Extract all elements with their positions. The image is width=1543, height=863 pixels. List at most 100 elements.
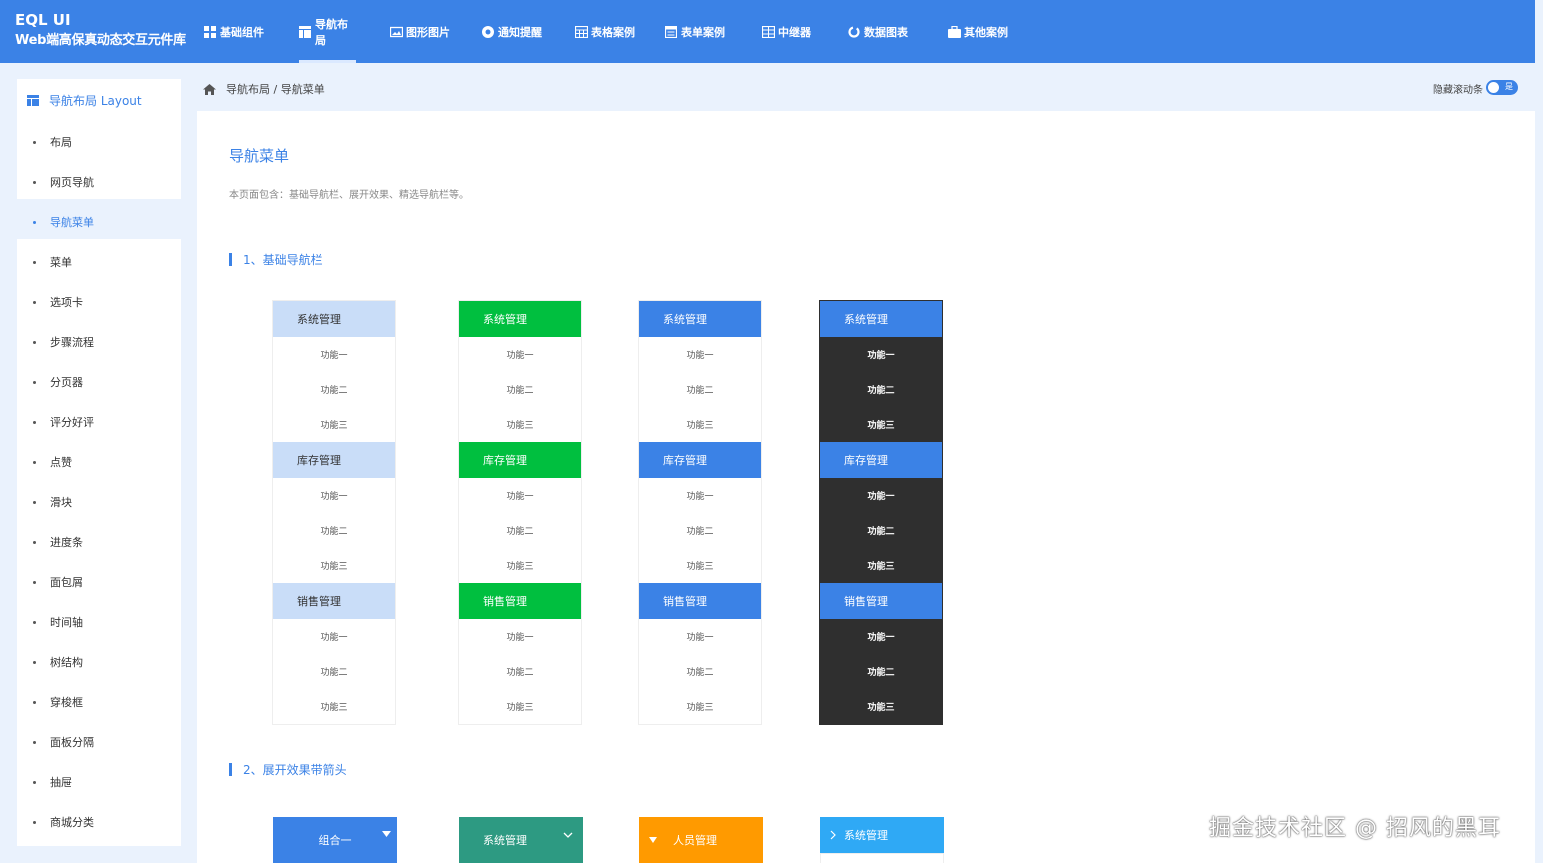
menu-item[interactable]: 功能一 xyxy=(273,478,395,513)
menu-item[interactable]: 功能三 xyxy=(820,548,942,583)
menu-item[interactable]: 功能三 xyxy=(273,407,395,442)
menu-item[interactable]: 功能一 xyxy=(273,337,395,372)
briefcase-icon xyxy=(948,25,961,38)
menu-item[interactable]: 功能二 xyxy=(273,372,395,407)
menu-item[interactable]: 功能二 xyxy=(459,654,581,689)
menu-item[interactable]: 功能二 xyxy=(820,372,942,407)
sidebar-header[interactable]: 导航布局 Layout xyxy=(27,92,142,109)
menu-item[interactable]: 功能二 xyxy=(459,372,581,407)
nav-menu-blue: 系统管理 功能一 功能二 功能三 库存管理 功能一 功能二 功能三 销售管理 功… xyxy=(638,300,762,725)
sidebar-item-slider[interactable]: 滑块 xyxy=(33,494,72,510)
menu-item[interactable]: 功能一 xyxy=(639,478,761,513)
sidebar-item-label: 点赞 xyxy=(50,456,72,469)
sidebar-item-timeline[interactable]: 时间轴 xyxy=(33,614,83,630)
menu-item[interactable]: 功能二 xyxy=(639,372,761,407)
bullet-icon xyxy=(33,220,36,224)
sidebar-item-tabs[interactable]: 选项卡 xyxy=(33,294,83,310)
sidebar-item-label: 时间轴 xyxy=(50,616,83,629)
sidebar-item-breadcrumb[interactable]: 面包屑 xyxy=(33,574,83,590)
menu-item[interactable]: 功能二 xyxy=(639,513,761,548)
nav-item-layout[interactable]: 导航布局 xyxy=(299,0,356,63)
expand-header-combo[interactable]: 组合一 xyxy=(273,817,397,863)
nav-item-other[interactable]: 其他案例 xyxy=(948,0,1008,63)
menu-item[interactable]: 功能三 xyxy=(639,407,761,442)
menu-item[interactable]: 功能三 xyxy=(459,407,581,442)
nav-item-notify[interactable]: 通知提醒 xyxy=(482,0,542,63)
menu-item[interactable]: 功能一 xyxy=(820,478,942,513)
nav-item-image[interactable]: 图形图片 xyxy=(389,0,450,63)
menu-item[interactable]: 功能二 xyxy=(273,654,395,689)
nav-item-form[interactable]: 表单案例 xyxy=(664,0,725,63)
sidebar-item-tree[interactable]: 树结构 xyxy=(33,654,83,670)
sidebar-item-label: 树结构 xyxy=(50,656,83,669)
menu-group-header[interactable]: 库存管理 xyxy=(820,442,942,478)
brand[interactable]: EQL UI Web端高保真动态交互元件库 xyxy=(15,11,186,50)
menu-group-header[interactable]: 系统管理 xyxy=(459,301,581,337)
breadcrumb-parent[interactable]: 导航布局 xyxy=(226,81,270,97)
menu-item[interactable]: 功能二 xyxy=(820,513,942,548)
sidebar-item-transfer[interactable]: 穿梭框 xyxy=(33,694,83,710)
menu-item[interactable]: 功能一 xyxy=(820,619,942,654)
menu-item[interactable]: 功能二 xyxy=(820,654,942,689)
menu-item[interactable]: 功能三 xyxy=(459,548,581,583)
nav-item-repeater[interactable]: 中继器 xyxy=(761,0,811,63)
menu-item[interactable]: 功能一 xyxy=(459,478,581,513)
nav-item-basic[interactable]: 基础组件 xyxy=(204,0,264,63)
sidebar-item-nav-menu[interactable]: 导航菜单 xyxy=(33,214,94,230)
nav-label: 数据图表 xyxy=(864,25,908,39)
sidebar-item-steps[interactable]: 步骤流程 xyxy=(33,334,94,350)
menu-group-header[interactable]: 系统管理 xyxy=(820,301,942,337)
menu-group-header[interactable]: 库存管理 xyxy=(639,442,761,478)
menu-group-header[interactable]: 库存管理 xyxy=(273,442,395,478)
sidebar-item-web-nav[interactable]: 网页导航 xyxy=(33,174,94,190)
sidebar-item-drawer[interactable]: 抽屉 xyxy=(33,774,72,790)
home-icon[interactable] xyxy=(203,83,216,95)
menu-group-header[interactable]: 系统管理 xyxy=(273,301,395,337)
menu-item[interactable]: 功能三 xyxy=(639,548,761,583)
menu-group-header[interactable]: 销售管理 xyxy=(273,583,395,619)
menu-item[interactable]: 功能三 xyxy=(639,689,761,724)
menu-item[interactable]: 功能一 xyxy=(459,619,581,654)
menu-group-header[interactable]: 销售管理 xyxy=(639,583,761,619)
menu-item[interactable]: 功能一 xyxy=(459,337,581,372)
bullet-icon xyxy=(33,300,36,304)
sidebar-item-progress[interactable]: 进度条 xyxy=(33,534,83,550)
nav-item-chart[interactable]: 数据图表 xyxy=(848,0,908,63)
menu-item[interactable]: 功能一 xyxy=(639,337,761,372)
toggle-state: 是 xyxy=(1505,82,1513,91)
menu-group-header[interactable]: 销售管理 xyxy=(820,583,942,619)
sidebar-item-rating[interactable]: 评分好评 xyxy=(33,414,94,430)
menu-item[interactable]: 功能二 xyxy=(459,513,581,548)
menu-item[interactable]: 功能二 xyxy=(639,654,761,689)
menu-group-header[interactable]: 销售管理 xyxy=(459,583,581,619)
menu-item[interactable]: 功能三 xyxy=(820,689,942,724)
breadcrumb: 导航布局 / 导航菜单 xyxy=(203,81,325,97)
scrollbar-toggle[interactable]: 是 xyxy=(1486,80,1518,95)
sidebar-item-like[interactable]: 点赞 xyxy=(33,454,72,470)
menu-group-header[interactable]: 库存管理 xyxy=(459,442,581,478)
menu-item[interactable]: 功能三 xyxy=(459,689,581,724)
menu-item[interactable]: 功能三 xyxy=(273,548,395,583)
bullet-icon xyxy=(33,740,36,744)
expand-header-system[interactable]: 系统管理 xyxy=(459,817,583,863)
page-description: 本页面包含：基础导航栏、展开效果、精选导航栏等。 xyxy=(229,190,469,201)
menu-item[interactable]: 功能二 xyxy=(273,513,395,548)
brand-subtitle: Web端高保真动态交互元件库 xyxy=(15,33,186,48)
nav-item-table[interactable]: 表格案例 xyxy=(574,0,635,63)
sidebar-item-mall-category[interactable]: 商城分类 xyxy=(33,814,94,830)
menu-item[interactable]: 功能一 xyxy=(639,619,761,654)
expand-header-staff[interactable]: 人员管理 xyxy=(639,817,763,863)
menu-item[interactable]: 功能三 xyxy=(273,689,395,724)
toggle-knob xyxy=(1488,82,1499,93)
sidebar-item-layout[interactable]: 布局 xyxy=(33,134,72,150)
menu-item[interactable]: 功能一 xyxy=(273,619,395,654)
section-title-text: 2、展开效果带箭头 xyxy=(243,763,347,777)
menu-item[interactable]: 功能一 xyxy=(820,337,942,372)
menu-group-header[interactable]: 系统管理 xyxy=(639,301,761,337)
sidebar-item-label: 分页器 xyxy=(50,376,83,389)
sidebar-item-splitter[interactable]: 面板分隔 xyxy=(33,734,94,750)
sidebar-item-pagination[interactable]: 分页器 xyxy=(33,374,83,390)
menu-item[interactable]: 功能三 xyxy=(820,407,942,442)
sidebar-item-menu[interactable]: 菜单 xyxy=(33,254,72,270)
expand-header-system-alt[interactable]: 系统管理 xyxy=(820,817,944,853)
